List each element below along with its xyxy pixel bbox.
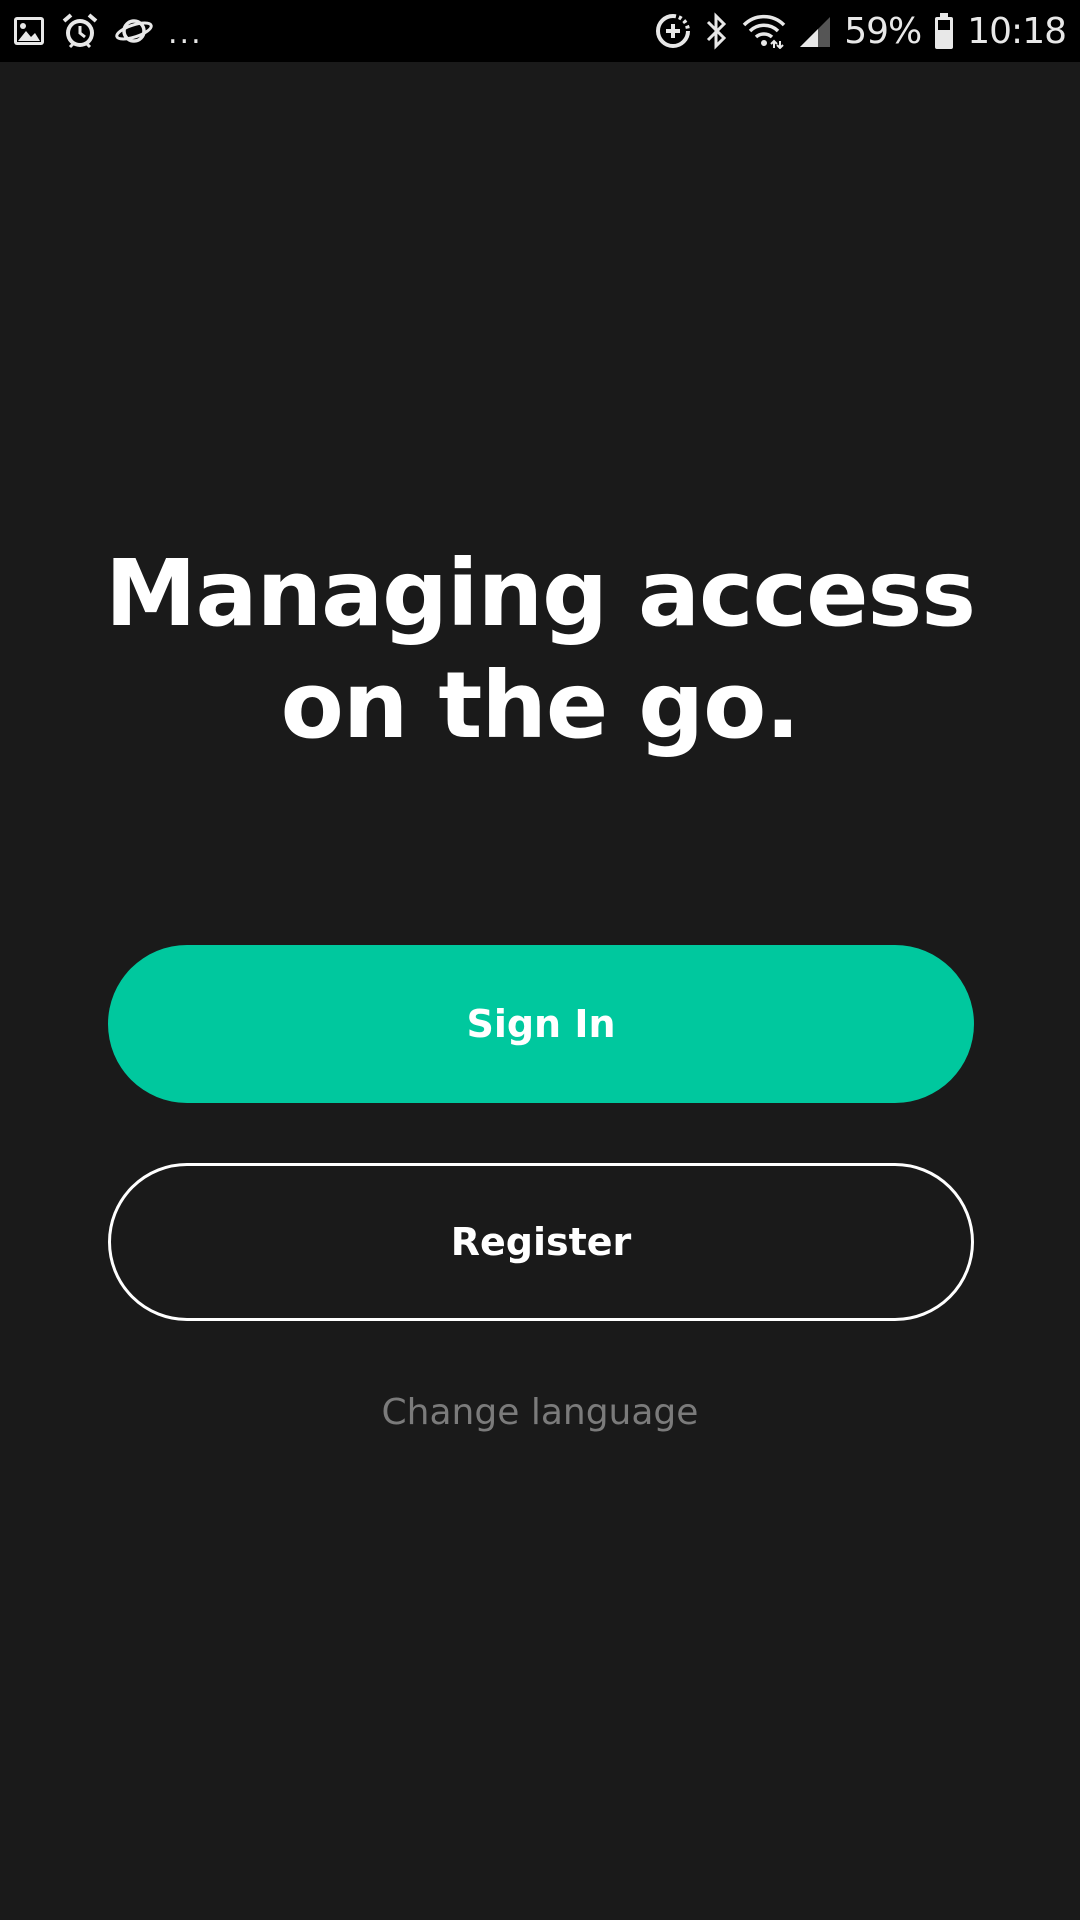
battery-icon: [933, 12, 955, 50]
alarm-icon: [60, 11, 100, 51]
status-bar: ... 59% 10:18: [0, 0, 1080, 62]
change-language-link[interactable]: Change language: [0, 1392, 1080, 1433]
status-bar-notifications: ...: [12, 10, 203, 52]
wifi-icon: [742, 13, 786, 49]
signal-icon: [798, 13, 832, 49]
headline-line-2: on the go.: [280, 652, 801, 759]
more-notifications-indicator: ...: [168, 16, 203, 51]
battery-percentage: 59%: [844, 10, 922, 52]
image-icon: [12, 14, 46, 48]
bluetooth-icon: [704, 12, 730, 50]
data-saver-icon: [654, 12, 692, 50]
headline-line-1: Managing access: [104, 540, 976, 647]
register-button-label: Register: [450, 1220, 632, 1264]
sign-in-button[interactable]: Sign In: [108, 945, 974, 1103]
welcome-screen: ... 59% 10:18 Managing access on the go.…: [0, 0, 1080, 1920]
sign-in-button-label: Sign In: [466, 1002, 616, 1046]
planet-icon: [114, 13, 154, 49]
register-button[interactable]: Register: [108, 1163, 974, 1321]
status-bar-time: 10:18: [967, 10, 1067, 52]
status-bar-system: 59% 10:18: [654, 8, 1067, 54]
welcome-headline: Managing access on the go.: [0, 538, 1080, 762]
